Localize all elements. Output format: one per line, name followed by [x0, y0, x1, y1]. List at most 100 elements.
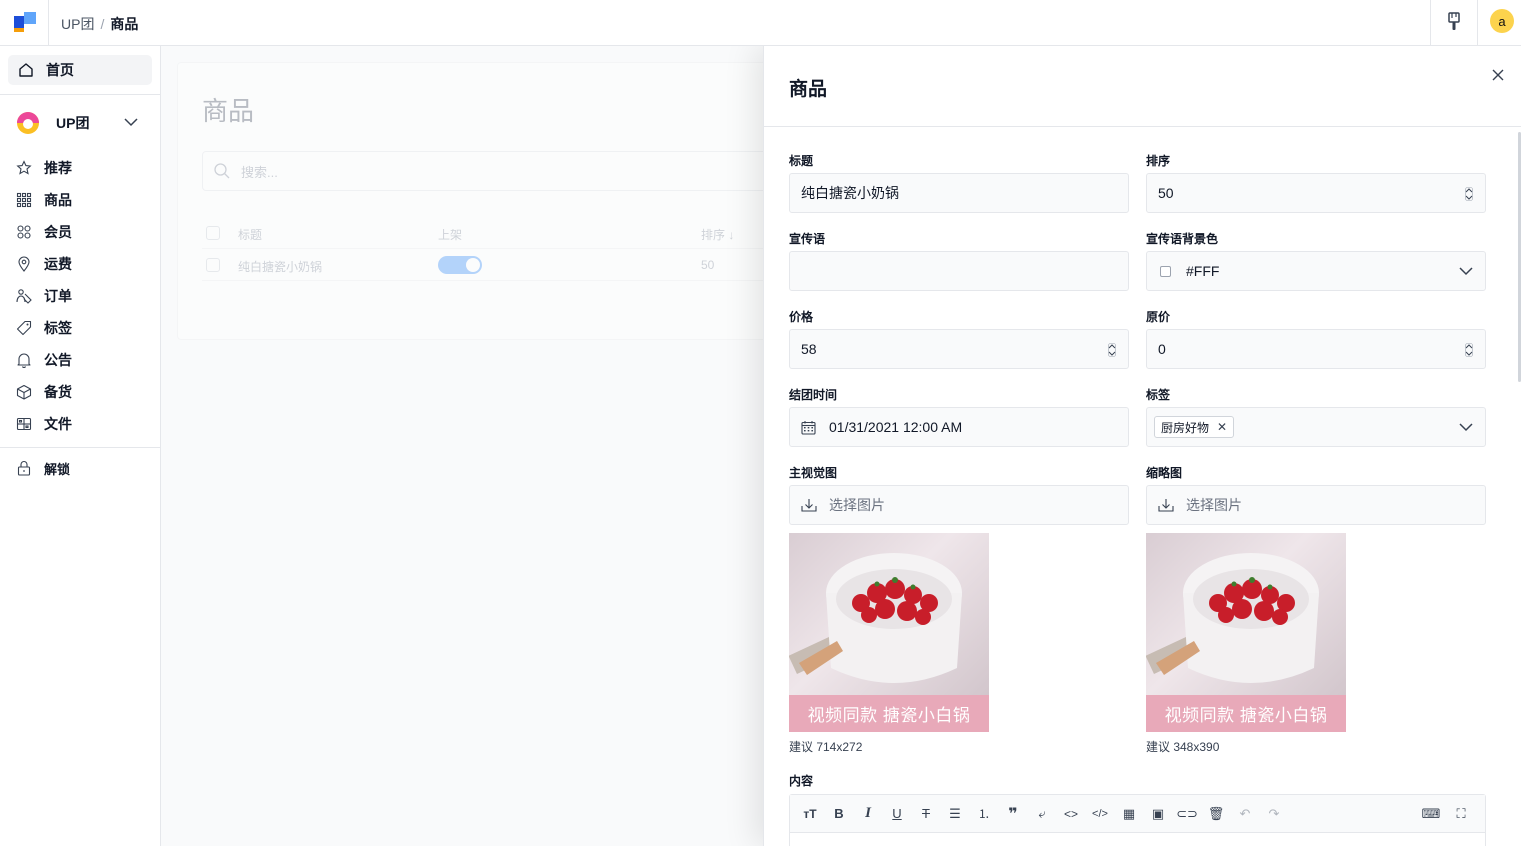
chevron-down-icon — [1459, 423, 1473, 432]
column-sort[interactable]: 排序 ↓ — [701, 226, 734, 243]
sidebar-item-shipping[interactable]: 运费 — [16, 248, 72, 280]
sidebar-item-home[interactable]: 首页 — [8, 55, 152, 85]
fullscreen-icon[interactable]: ⛶ — [1453, 806, 1469, 822]
members-icon — [17, 225, 31, 239]
inline-code-icon[interactable]: <> — [1063, 806, 1079, 822]
upload-icon — [1158, 499, 1174, 512]
sidebar-item-label: 备货 — [44, 384, 72, 400]
avatar[interactable]: a — [1490, 9, 1514, 33]
chevron-down-icon — [124, 118, 138, 127]
products-table: 标题 上架 排序 ↓ 纯白搪瓷小奶锅 50 — [202, 217, 792, 281]
row-checkbox[interactable] — [206, 258, 220, 272]
label-content: 内容 — [789, 774, 814, 788]
redo-icon[interactable]: ↷ — [1266, 806, 1282, 822]
main-visual-image[interactable]: 视频同款 搪瓷小白锅 — [789, 533, 989, 732]
bell-icon — [17, 353, 31, 368]
link-icon[interactable]: ⊂⊃ — [1176, 806, 1198, 822]
wrap-text-icon[interactable]: ⤶ — [1034, 806, 1050, 822]
brush-icon[interactable] — [1446, 12, 1462, 32]
bullet-list-icon[interactable]: ☰ — [947, 806, 963, 822]
sidebar: 首页 UP团 推荐 商品 会员 运费 订单 标签 公告 备货 文件 解锁 — [0, 46, 161, 846]
orders-icon — [16, 289, 32, 304]
sidebar-item-label: 订单 — [44, 288, 72, 304]
underline-icon[interactable]: U — [889, 806, 905, 822]
upload-icon — [801, 499, 817, 512]
breadcrumb-team[interactable]: UP团 — [61, 14, 94, 34]
sidebar-item-stock[interactable]: 备货 — [16, 376, 72, 408]
row-title: 纯白搪瓷小奶锅 — [238, 260, 323, 274]
sidebar-item-label: 首页 — [46, 62, 74, 78]
column-title[interactable]: 标题 — [238, 226, 262, 243]
breadcrumb: UP团 / 商品 — [61, 14, 139, 34]
sidebar-item-label: 商品 — [44, 192, 72, 208]
team-switcher[interactable]: UP团 — [16, 110, 144, 136]
tags-select[interactable]: 厨房好物 ✕ — [1146, 407, 1486, 447]
label-slogan-bg: 宣传语背景色 — [1146, 232, 1219, 246]
image-icon[interactable]: ▣ — [1150, 806, 1166, 822]
home-icon — [19, 63, 33, 77]
price-field[interactable]: 58 — [789, 329, 1129, 369]
page-title: 商品 — [202, 96, 255, 126]
sidebar-item-files[interactable]: 文件 — [16, 408, 72, 440]
tag-chip: 厨房好物 ✕ — [1154, 416, 1235, 438]
sidebar-item-notices[interactable]: 公告 — [16, 344, 72, 376]
table-row[interactable]: 纯白搪瓷小奶锅 50 — [202, 249, 792, 281]
stepper-icon[interactable] — [1108, 343, 1116, 357]
sidebar-item-label: 文件 — [44, 416, 72, 432]
sidebar-item-members[interactable]: 会员 — [16, 216, 72, 248]
undo-icon[interactable]: ↶ — [1237, 806, 1253, 822]
code-block-icon[interactable]: </> — [1092, 806, 1108, 822]
content-editor[interactable]: тT B I U T ☰ ⒈ ❞ ⤶ <> </> ▦ ▣ ⊂⊃ 🗑 ↶ ↷ ⌨… — [789, 794, 1486, 846]
image-banner-text: 视频同款 搪瓷小白锅 — [789, 695, 989, 732]
remove-tag-icon[interactable]: ✕ — [1217, 420, 1227, 434]
team-logo-icon — [17, 112, 39, 134]
select-all-checkbox[interactable] — [206, 226, 220, 240]
image-banner-text: 视频同款 搪瓷小白锅 — [1146, 695, 1346, 732]
label-title: 标题 — [789, 154, 814, 168]
slogan-bg-select[interactable]: #FFF — [1146, 251, 1486, 291]
breadcrumb-current: 商品 — [110, 16, 139, 32]
table-icon[interactable]: ▦ — [1121, 806, 1137, 822]
sidebar-item-unlock[interactable]: 解锁 — [16, 458, 70, 478]
title-field[interactable]: 纯白搪瓷小奶锅 — [789, 173, 1129, 213]
lock-icon — [17, 461, 31, 476]
keyboard-icon[interactable]: ⌨ — [1422, 806, 1441, 822]
ordered-list-icon[interactable]: ⒈ — [976, 806, 992, 822]
sidebar-item-products[interactable]: 商品 — [16, 184, 72, 216]
sidebar-item-label: 解锁 — [44, 461, 71, 477]
quote-icon[interactable]: ❞ — [1005, 806, 1021, 823]
sidebar-item-label: 运费 — [44, 256, 72, 272]
sidebar-item-tags[interactable]: 标签 — [16, 312, 72, 344]
column-listed[interactable]: 上架 — [438, 226, 462, 243]
label-thumbnail: 缩略图 — [1146, 466, 1183, 480]
editor-toolbar: тT B I U T ☰ ⒈ ❞ ⤶ <> </> ▦ ▣ ⊂⊃ 🗑 ↶ ↷ ⌨… — [790, 795, 1485, 833]
strikethrough-icon[interactable]: T — [918, 806, 934, 822]
stepper-icon[interactable] — [1465, 343, 1473, 357]
listed-toggle[interactable] — [438, 256, 482, 274]
tag-icon — [16, 320, 32, 336]
search-input[interactable]: 搜索... — [202, 151, 792, 191]
chevron-down-icon — [1459, 267, 1473, 276]
slogan-field[interactable] — [789, 251, 1129, 291]
app-logo-icon[interactable] — [12, 10, 38, 34]
bold-icon[interactable]: B — [831, 806, 847, 822]
search-placeholder: 搜索... — [241, 164, 278, 180]
sort-field[interactable]: 50 — [1146, 173, 1486, 213]
close-icon[interactable] — [1491, 68, 1505, 82]
text-size-icon[interactable]: тT — [802, 806, 818, 822]
thumbnail-image[interactable]: 视频同款 搪瓷小白锅 — [1146, 533, 1346, 732]
main-visual-hint: 建议 714x272 — [789, 740, 863, 754]
product-drawer: 商品 标题 纯白搪瓷小奶锅 排序 50 宣传语 宣传语背景色 #FFF 价格 5… — [763, 46, 1521, 846]
sidebar-item-recommend[interactable]: 推荐 — [16, 152, 72, 184]
orig-price-field[interactable]: 0 — [1146, 329, 1486, 369]
deadline-picker[interactable]: 01/31/2021 12:00 AM — [789, 407, 1129, 447]
thumbnail-picker[interactable]: 选择图片 — [1146, 485, 1486, 525]
trash-icon[interactable]: 🗑 — [1208, 806, 1225, 822]
main-visual-picker[interactable]: 选择图片 — [789, 485, 1129, 525]
italic-icon[interactable]: I — [860, 805, 876, 822]
sidebar-item-label: 公告 — [44, 352, 72, 368]
sidebar-item-orders[interactable]: 订单 — [16, 280, 72, 312]
grid-icon — [16, 192, 32, 208]
sidebar-nav: 推荐 商品 会员 运费 订单 标签 公告 备货 文件 — [16, 152, 72, 440]
stepper-icon[interactable] — [1465, 187, 1473, 201]
